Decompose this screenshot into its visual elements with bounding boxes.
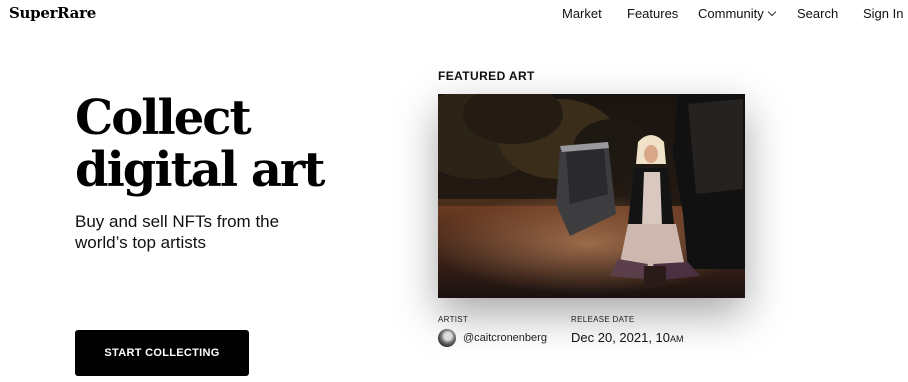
release-date-text: Dec 20, 2021, 10 — [571, 330, 671, 345]
hero-title-line-1: Collect — [75, 90, 252, 146]
superrare-logo[interactable]: SuperRare — [9, 4, 96, 22]
nav-features[interactable]: Features — [627, 6, 678, 21]
hero-subtitle: Buy and sell NFTs from the world’s top a… — [75, 212, 280, 252]
nav-community[interactable]: Community — [698, 6, 776, 21]
nav-market[interactable]: Market — [562, 6, 602, 21]
hero-title: Collect digital art — [75, 90, 325, 198]
release-date-label: RELEASE DATE — [571, 315, 635, 324]
nav-sign-in[interactable]: Sign In — [863, 6, 903, 21]
release-date-suffix: AM — [670, 334, 684, 344]
chevron-down-icon — [767, 7, 776, 17]
featured-art-heading: FEATURED ART — [438, 69, 535, 83]
nav-search[interactable]: Search — [797, 6, 838, 21]
artist-handle-link[interactable]: @caitcronenberg — [463, 332, 547, 344]
nav-community-label: Community — [698, 6, 764, 21]
release-date-value: Dec 20, 2021, 10AM — [571, 330, 684, 345]
featured-artwork-image[interactable] — [438, 94, 745, 298]
artwork-illustration — [438, 94, 745, 298]
start-collecting-button[interactable]: START COLLECTING — [75, 330, 249, 376]
artist-avatar[interactable] — [438, 329, 456, 347]
hero-title-line-2: digital art — [75, 142, 325, 198]
artist-label: ARTIST — [438, 315, 469, 324]
page: SuperRare Market Features Community Sear… — [0, 0, 908, 382]
